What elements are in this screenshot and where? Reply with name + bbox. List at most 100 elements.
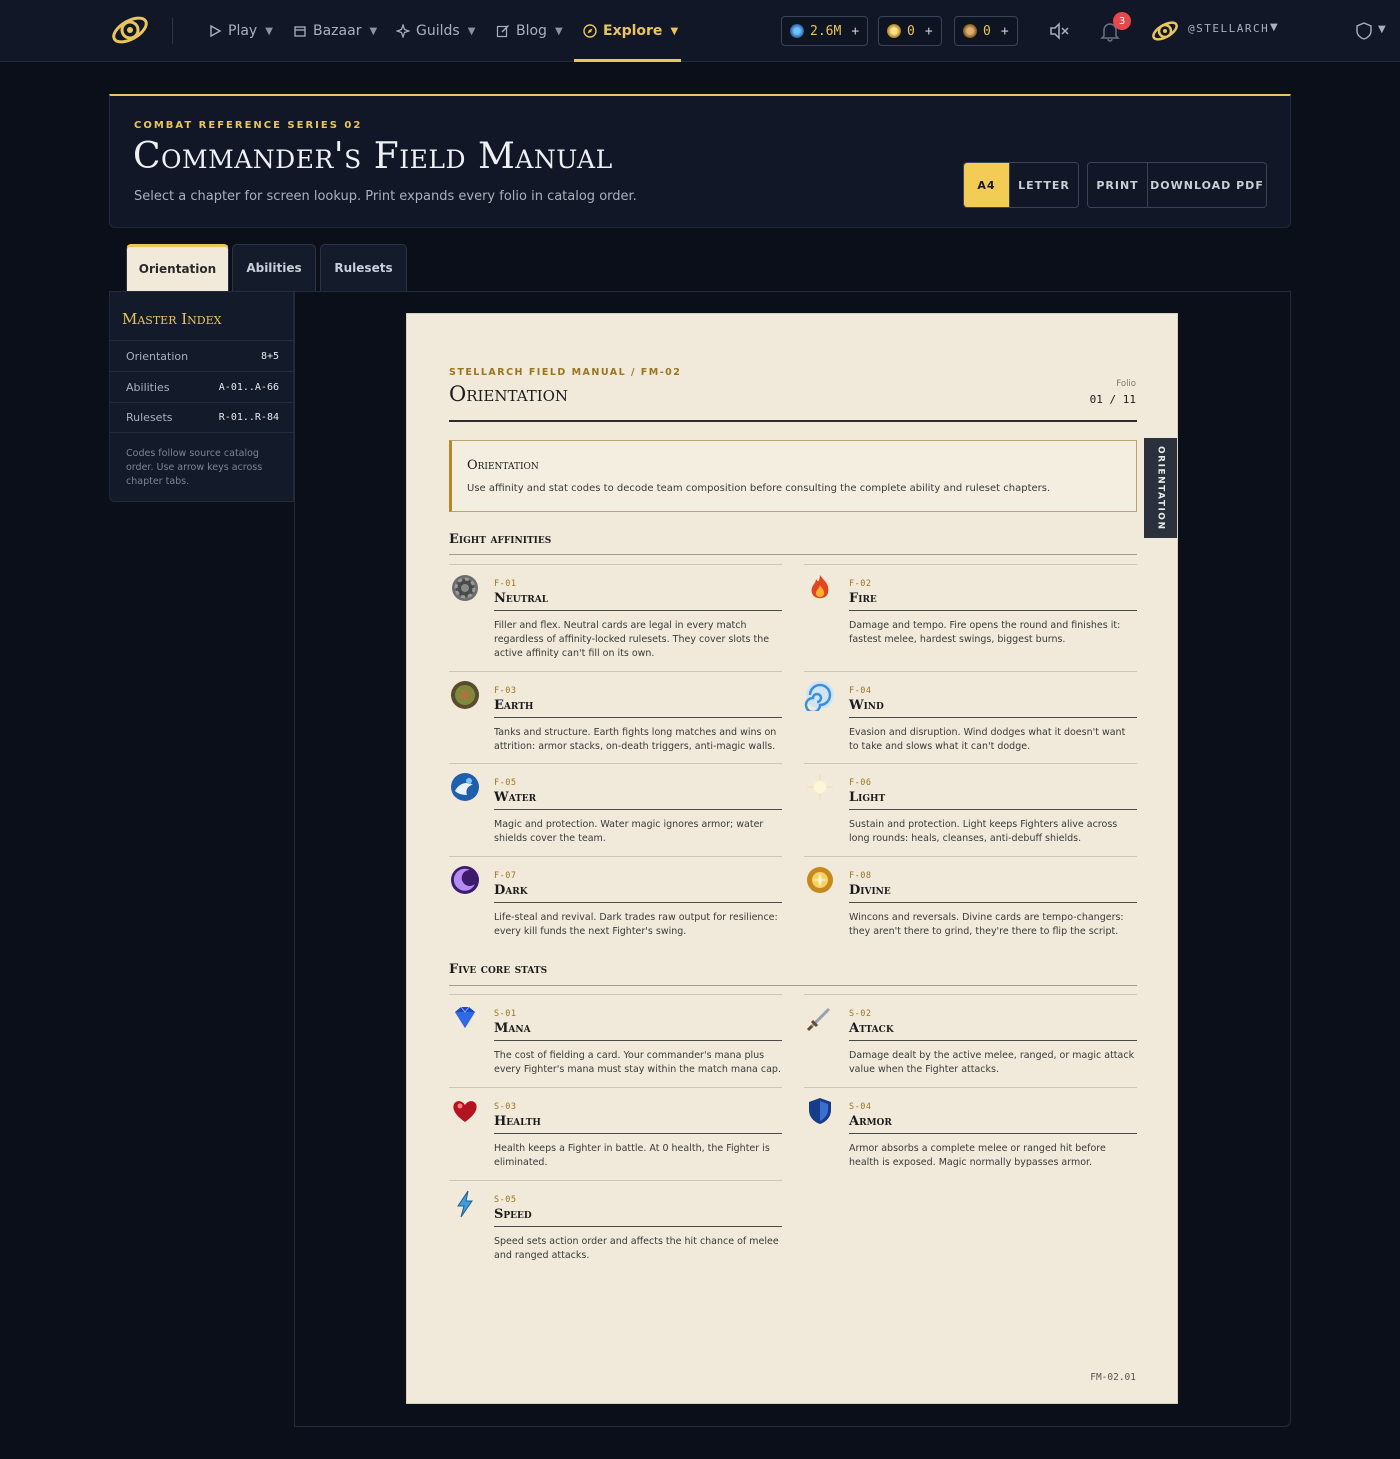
callout-title: Orientation xyxy=(467,458,539,473)
section-rule xyxy=(449,985,1137,986)
shield-icon[interactable] xyxy=(1356,22,1372,40)
nav-explore[interactable]: Explore ▼ xyxy=(583,0,678,62)
chapter-side-tab[interactable]: ORIENTATION xyxy=(1144,438,1177,538)
divine-icon xyxy=(807,867,833,893)
entry-rule xyxy=(449,856,782,857)
entry-name: Dark xyxy=(494,883,528,898)
entry-rule xyxy=(449,1180,782,1181)
entry-name: Armor xyxy=(849,1114,892,1129)
download-pdf-button[interactable]: DOWNLOAD PDF xyxy=(1148,163,1266,207)
entry-name-rule xyxy=(849,610,1137,611)
letter-button[interactable]: LETTER xyxy=(1010,163,1078,207)
tab-orientation[interactable]: Orientation xyxy=(126,244,229,291)
nav-blog[interactable]: Blog ▼ xyxy=(496,0,563,62)
entry-code: F-06 xyxy=(849,778,872,788)
entry-rule xyxy=(804,763,1137,764)
print-button[interactable]: PRINT xyxy=(1088,163,1148,207)
entry-name-rule xyxy=(494,1040,782,1041)
manual-header: COMBAT REFERENCE SERIES 02 Commander's F… xyxy=(109,94,1291,228)
side-tab-label: ORIENTATION xyxy=(1155,445,1166,531)
balance-credits-value: 2.6M xyxy=(810,23,842,39)
entry-name-rule xyxy=(494,1133,782,1134)
index-row-orientation[interactable]: Orientation 8+5 xyxy=(110,340,295,371)
token-coin-icon xyxy=(963,24,977,38)
index-row-code: R-01..R-84 xyxy=(218,412,279,423)
page-footer-code: FM-02.01 xyxy=(1090,1372,1136,1383)
nav-play-label: Play xyxy=(228,23,258,39)
index-note: Codes follow source catalog order. Use a… xyxy=(126,448,263,487)
entry-description: Filler and flex. Neutral cards are legal… xyxy=(494,620,770,659)
entry-description: Tanks and structure. Earth fights long m… xyxy=(494,727,777,752)
earth-icon xyxy=(451,681,479,709)
chevron-down-icon[interactable]: ▼ xyxy=(1378,24,1386,35)
lightning-icon xyxy=(457,1190,473,1218)
a4-button[interactable]: A4 xyxy=(964,163,1010,207)
username[interactable]: @STELLARCH xyxy=(1188,22,1269,35)
balance-gold[interactable]: 0 + xyxy=(878,16,942,46)
entry-name: Mana xyxy=(494,1021,531,1036)
mute-icon[interactable] xyxy=(1048,20,1070,42)
avatar[interactable] xyxy=(1150,16,1180,46)
entry-description: Health keeps a Fighter in battle. At 0 h… xyxy=(494,1143,770,1168)
entry-rule xyxy=(449,671,782,672)
entry-name: Water xyxy=(494,790,537,805)
tab-abilities[interactable]: Abilities xyxy=(232,244,316,291)
affinities-title: Eight affinities xyxy=(449,532,552,547)
entry-name-rule xyxy=(494,717,782,718)
entry-rule xyxy=(449,994,782,995)
page-title: Commander's Field Manual xyxy=(133,136,613,177)
play-icon xyxy=(210,24,222,38)
chevron-down-icon: ▼ xyxy=(670,25,679,37)
entry-code: S-01 xyxy=(494,1009,517,1019)
index-row-label: Rulesets xyxy=(126,411,173,424)
water-icon xyxy=(451,773,479,801)
mana-gem-icon xyxy=(455,1006,475,1028)
nav-guilds[interactable]: Guilds ▼ xyxy=(396,0,475,62)
active-nav-indicator xyxy=(574,59,681,62)
nav-play[interactable]: Play ▼ xyxy=(208,0,273,62)
top-nav-bar: Play ▼ Bazaar ▼ Guilds ▼ Blog ▼ Explore … xyxy=(0,0,1400,62)
entry-description: Damage dealt by the active melee, ranged… xyxy=(849,1050,1135,1075)
chevron-down-icon[interactable]: ▼ xyxy=(1270,22,1278,33)
index-row-label: Abilities xyxy=(126,380,170,394)
entry-rule xyxy=(804,671,1137,672)
nav-guilds-label: Guilds xyxy=(416,23,460,39)
balance-credits[interactable]: 2.6M + xyxy=(781,16,869,46)
entry-name: Attack xyxy=(849,1021,894,1036)
entry-code: S-04 xyxy=(849,1102,872,1112)
index-row-rulesets[interactable]: Rulesets R-01..R-84 xyxy=(110,402,295,433)
entry-rule xyxy=(804,1087,1137,1088)
entry-name: Wind xyxy=(849,698,884,713)
master-index: Master Index Orientation 8+5 Abilities A… xyxy=(109,291,295,502)
index-row-abilities[interactable]: Abilities A-01..A-66 xyxy=(110,371,295,402)
dark-icon xyxy=(451,866,479,894)
chevron-down-icon: ▼ xyxy=(265,25,273,37)
entry-description: Speed sets action order and affects the … xyxy=(494,1236,779,1261)
entry-name: Health xyxy=(494,1114,541,1129)
entry-code: S-02 xyxy=(849,1009,872,1019)
entry-code: F-04 xyxy=(849,686,872,696)
chevron-down-icon: ▼ xyxy=(554,25,563,37)
entry-description: Sustain and protection. Light keeps Figh… xyxy=(849,819,1118,844)
nav-divider xyxy=(172,18,173,44)
tab-rulesets[interactable]: Rulesets xyxy=(320,244,407,291)
nav-bazaar[interactable]: Bazaar ▼ xyxy=(293,0,377,62)
entry-rule xyxy=(449,1087,782,1088)
entry-name: Neutral xyxy=(494,591,549,606)
light-icon xyxy=(807,774,833,800)
entry-description: Life-steal and revival. Dark trades raw … xyxy=(494,912,778,937)
entry-name-rule xyxy=(494,610,782,611)
master-index-title: Master Index xyxy=(122,310,222,328)
entry-description: The cost of fielding a card. Your comman… xyxy=(494,1050,781,1075)
balance-token[interactable]: 0 + xyxy=(954,16,1018,46)
logo-icon[interactable] xyxy=(108,10,152,50)
title-rule xyxy=(449,420,1137,422)
nav-bazaar-label: Bazaar xyxy=(313,23,362,39)
add-gold-button[interactable]: + xyxy=(925,24,933,39)
entry-rule xyxy=(804,994,1137,995)
add-credits-button[interactable]: + xyxy=(851,24,859,39)
add-token-button[interactable]: + xyxy=(1001,24,1009,39)
stats-title: Five core stats xyxy=(449,962,548,977)
entry-name-rule xyxy=(849,902,1137,903)
section-rule xyxy=(449,554,1137,555)
